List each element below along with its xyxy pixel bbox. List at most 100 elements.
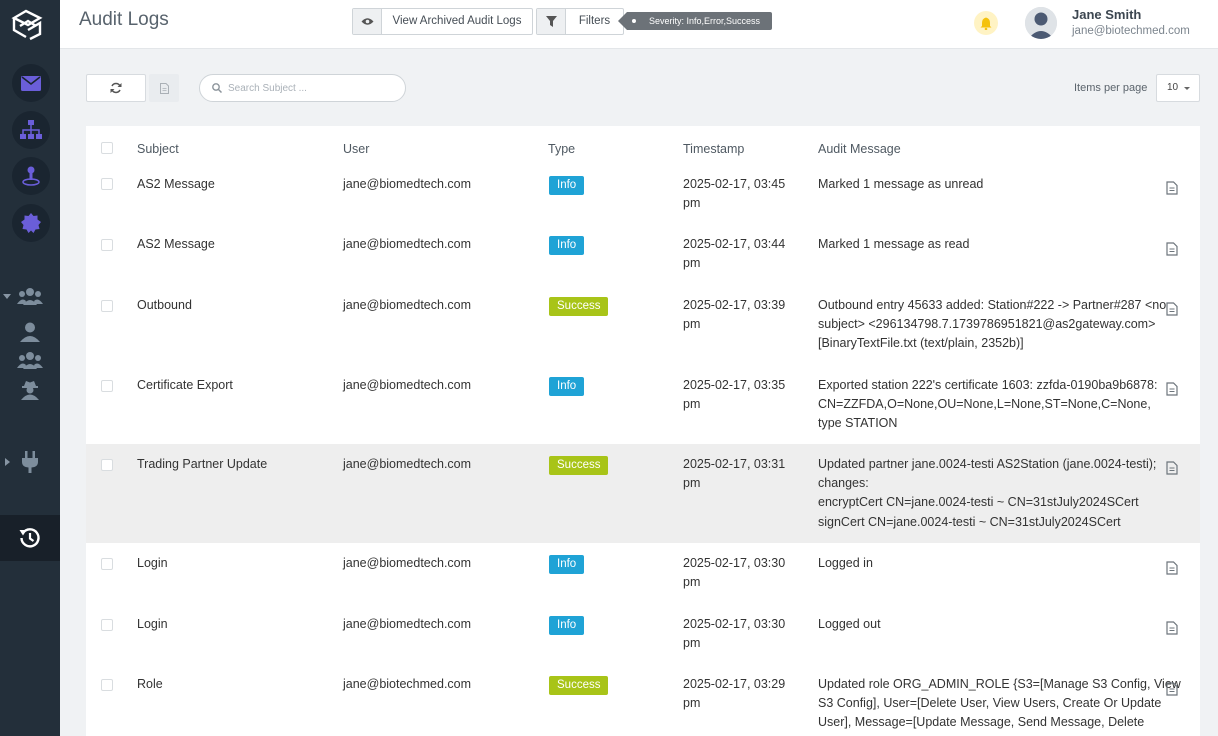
- view-details-icon[interactable]: [1166, 561, 1178, 575]
- table-header: Subject User Type Timestamp Audit Messag…: [86, 126, 1200, 164]
- row-checkbox[interactable]: [101, 178, 113, 190]
- app-logo-icon[interactable]: [10, 6, 46, 42]
- column-header-audit-message[interactable]: Audit Message: [818, 142, 901, 156]
- cell-audit-message: Exported station 222's certificate 1603:…: [818, 378, 1158, 431]
- bell-icon: [980, 17, 992, 30]
- organization-nav[interactable]: [12, 111, 50, 149]
- sidebar: [0, 0, 60, 736]
- view-details-icon[interactable]: [1166, 181, 1178, 195]
- row-checkbox[interactable]: [101, 679, 113, 691]
- file-icon: [159, 82, 169, 94]
- user-secret-icon: [21, 381, 39, 400]
- type-badge: Success: [549, 676, 609, 695]
- cell-audit-message: Logged in: [818, 556, 873, 570]
- filters-button[interactable]: Filters: [536, 8, 624, 35]
- type-badge: Info: [549, 377, 585, 396]
- row-checkbox[interactable]: [101, 300, 113, 312]
- audit-logs-nav[interactable]: [0, 515, 60, 561]
- view-archived-button[interactable]: View Archived Audit Logs: [352, 8, 533, 35]
- chevron-down-icon[interactable]: [3, 292, 11, 300]
- view-details-icon[interactable]: [1166, 302, 1178, 316]
- cell-timestamp: 2025-02-17, 03:29 pm: [683, 677, 786, 711]
- row-checkbox[interactable]: [101, 459, 113, 471]
- export-button[interactable]: [149, 74, 179, 102]
- view-details-icon[interactable]: [1166, 461, 1178, 475]
- chevron-right-icon[interactable]: [3, 458, 11, 466]
- filter-icon: [537, 9, 566, 34]
- users-icon: [17, 352, 43, 369]
- cell-subject: AS2 Message: [137, 177, 215, 191]
- cell-subject: Login: [137, 556, 168, 570]
- select-all-checkbox[interactable]: [101, 142, 113, 154]
- user-nav[interactable]: [16, 318, 44, 346]
- table-row[interactable]: Outbound jane@biomedtech.com Success 202…: [86, 285, 1200, 365]
- items-per-page-value: 10: [1167, 82, 1179, 93]
- table-row[interactable]: AS2 Message jane@biomedtech.com Info 202…: [86, 164, 1200, 224]
- integrations-nav[interactable]: [16, 448, 44, 476]
- column-header-timestamp[interactable]: Timestamp: [683, 142, 744, 156]
- type-badge: Info: [549, 176, 585, 195]
- refresh-icon: [110, 82, 122, 94]
- cell-user: jane@biomedtech.com: [343, 617, 472, 631]
- envelope-icon: [21, 75, 41, 91]
- refresh-button[interactable]: [86, 74, 146, 102]
- cell-audit-message: Marked 1 message as unread: [818, 177, 984, 191]
- cell-timestamp: 2025-02-17, 03:31 pm: [683, 457, 786, 491]
- row-checkbox[interactable]: [101, 380, 113, 392]
- table-row[interactable]: Role jane@biotechmed.com Success 2025-02…: [86, 664, 1200, 736]
- users-nav[interactable]: [16, 346, 44, 374]
- view-details-icon[interactable]: [1166, 621, 1178, 635]
- search-input[interactable]: [228, 82, 388, 94]
- table-row[interactable]: Login jane@biomedtech.com Info 2025-02-1…: [86, 543, 1200, 604]
- cell-user: jane@biomedtech.com: [343, 457, 472, 471]
- view-details-icon[interactable]: [1166, 242, 1178, 256]
- cell-audit-message: Logged out: [818, 617, 881, 631]
- row-checkbox[interactable]: [101, 558, 113, 570]
- search-box: [199, 74, 406, 102]
- top-bar: Audit Logs View Archived Audit Logs Filt…: [60, 0, 1218, 49]
- stations-nav[interactable]: [12, 157, 50, 195]
- user-avatar-icon: [1025, 7, 1057, 39]
- avatar[interactable]: [1025, 7, 1057, 39]
- page-title: Audit Logs: [79, 9, 169, 30]
- table-row[interactable]: Trading Partner Update jane@biomedtech.c…: [86, 444, 1200, 543]
- cell-timestamp: 2025-02-17, 03:30 pm: [683, 556, 786, 590]
- certificates-nav[interactable]: [12, 204, 50, 242]
- column-header-subject[interactable]: Subject: [137, 142, 179, 156]
- cell-audit-message: Outbound entry 45633 added: Station#222 …: [818, 298, 1167, 351]
- table-row[interactable]: Login jane@biomedtech.com Info 2025-02-1…: [86, 604, 1200, 664]
- cell-user: jane@biomedtech.com: [343, 237, 472, 251]
- cell-user: jane@biotechmed.com: [343, 677, 472, 691]
- table-row[interactable]: Certificate Export jane@biomedtech.com I…: [86, 365, 1200, 444]
- cell-timestamp: 2025-02-17, 03:30 pm: [683, 617, 786, 651]
- roles-nav[interactable]: [16, 376, 44, 404]
- cell-audit-message: Updated partner jane.0024-testi AS2Stati…: [818, 457, 1157, 529]
- items-per-page-select[interactable]: 10: [1156, 74, 1200, 102]
- items-per-page-label: Items per page: [1074, 82, 1148, 94]
- filters-label: Filters: [578, 15, 611, 27]
- cell-timestamp: 2025-02-17, 03:35 pm: [683, 378, 786, 412]
- notifications-button[interactable]: [974, 11, 998, 35]
- severity-filter-tag[interactable]: Severity: Info,Error,Success: [617, 12, 773, 30]
- history-icon: [19, 528, 40, 548]
- cell-audit-message: Updated role ORG_ADMIN_ROLE {S3=[Manage …: [818, 677, 1181, 730]
- caret-down-icon: [1184, 87, 1190, 90]
- column-header-user[interactable]: User: [343, 142, 369, 156]
- certificate-seal-icon: [21, 213, 41, 233]
- user-name: Jane Smith: [1072, 7, 1142, 22]
- cell-subject: Trading Partner Update: [137, 457, 268, 471]
- table-row[interactable]: AS2 Message jane@biomedtech.com Info 202…: [86, 224, 1200, 285]
- cell-timestamp: 2025-02-17, 03:39 pm: [683, 298, 786, 332]
- column-header-type[interactable]: Type: [548, 142, 575, 156]
- eye-icon: [353, 9, 382, 34]
- view-details-icon[interactable]: [1166, 682, 1178, 696]
- cell-timestamp: 2025-02-17, 03:45 pm: [683, 177, 786, 211]
- groups-nav[interactable]: [16, 282, 44, 310]
- type-badge: Info: [549, 236, 585, 255]
- row-checkbox[interactable]: [101, 619, 113, 631]
- view-details-icon[interactable]: [1166, 382, 1178, 396]
- audit-log-table: Subject User Type Timestamp Audit Messag…: [86, 126, 1200, 736]
- row-checkbox[interactable]: [101, 239, 113, 251]
- map-pin-icon: [22, 166, 40, 186]
- messages-nav[interactable]: [12, 64, 50, 102]
